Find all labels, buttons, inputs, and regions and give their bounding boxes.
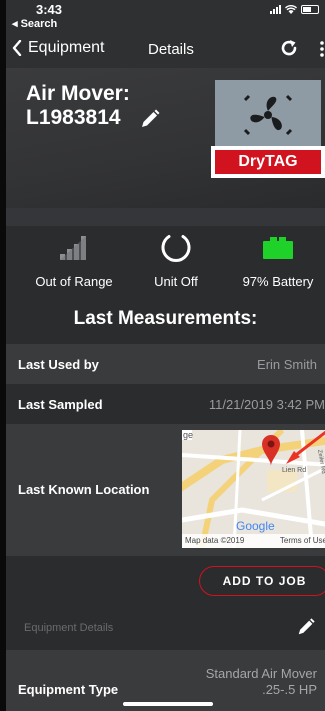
power-status: Unit Off [126,228,226,289]
home-indicator[interactable] [123,702,213,706]
last-location-label: Last Known Location [18,482,150,497]
map-partial-label: ge [183,430,193,440]
status-icons [270,4,319,14]
navigation-bar: Equipment Details [6,30,325,68]
chevron-left-icon [12,40,22,56]
header-divider-band [6,208,325,226]
edit-details-pencil-icon[interactable] [296,617,316,637]
map-attribution: Map data ©2019 Terms of Use [182,534,325,548]
range-status-label: Out of Range [35,274,113,289]
equipment-type-value-2: .25-.5 HP [262,682,317,697]
page-title: Details [148,41,194,58]
last-measurements-title: Last Measurements: [73,308,258,329]
equipment-image [215,80,321,150]
power-status-label: Unit Off [154,274,198,289]
back-to-app-link[interactable]: ◂ Search [12,17,57,30]
battery-status-label: 97% Battery [242,274,314,289]
back-button-label: Equipment [28,39,105,56]
equipment-type-label: Equipment Type [18,682,119,697]
drytag-badge: DryTAG [215,150,321,174]
map-road-label: Lien Rd [282,467,306,474]
google-logo: Google [236,519,275,533]
last-sampled-row: Last Sampled 11/21/2019 3:42 PM [6,384,325,424]
more-options-icon[interactable] [319,40,325,58]
last-sampled-label: Last Sampled [18,396,103,412]
status-time: 3:43 [36,2,63,17]
equipment-type-value-1: Standard Air Mover [205,666,317,681]
equipment-type-title: Air Mover: [26,82,130,105]
add-to-job-button[interactable]: ADD TO JOB [199,566,325,596]
last-sampled-value: 11/21/2019 3:42 PM [208,396,325,412]
back-button[interactable]: Equipment [12,39,105,57]
status-bar: 3:43 ◂ Search [6,0,325,30]
equipment-header: Air Mover: L1983814 DryTAG [6,68,325,208]
signal-bars-icon [60,236,86,260]
fan-icon [243,94,293,136]
battery-status: 97% Battery [228,228,325,289]
map-data-credit: Map data ©2019 [185,536,245,545]
last-used-row: Last Used by Erin Smith [6,344,325,384]
battery-icon [263,237,293,259]
phone-battery-icon [301,4,319,14]
refresh-icon[interactable] [279,38,299,58]
last-used-label: Last Used by [18,356,99,372]
app-screen: 3:43 ◂ Search Equipment Details Air Move… [0,0,325,711]
last-used-value: Erin Smith [257,356,317,372]
terms-of-use-link[interactable]: Terms of Use [280,534,325,548]
equipment-details-header: Equipment Details [24,622,114,634]
edit-name-pencil-icon[interactable] [139,108,161,130]
location-map[interactable]: ge Lien Rd Zeiler Rd Google Map data ©20… [182,430,325,548]
equipment-id-title: L1983814 [26,106,121,129]
map-roads: ge Lien Rd Zeiler Rd Google [182,430,325,548]
cellular-signal-icon [270,4,281,14]
range-status: Out of Range [24,228,124,289]
wifi-icon [285,4,297,14]
power-ring-icon [161,235,191,262]
